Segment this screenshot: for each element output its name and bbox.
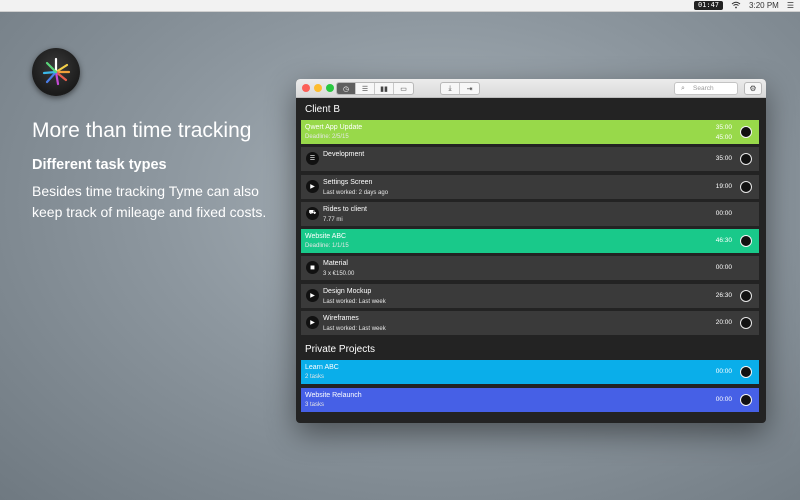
search-input[interactable]: ⌕ Search [674,82,738,95]
tracked-time: 46:30 [715,237,732,245]
task-subtitle: 7.77 mi [323,216,343,223]
app-window: ◷ ☰ ▮▮ ▭ ⤓ ⇥ ⌕ Search ⚙ Client B Qwert Ap… [296,79,766,423]
project-title: Website ABC [305,233,347,241]
export-icon[interactable]: ⇥ [460,83,479,94]
start-timer-button[interactable] [740,317,752,330]
cube-icon: ◼ [306,261,319,275]
clock-time[interactable]: 3:20 PM [749,1,779,10]
tracked-time: 20:00 [715,319,732,327]
window-controls [302,84,334,92]
task-title: Development [323,151,365,159]
tyme-app-icon [32,48,80,96]
play-icon: ▶ [306,316,319,330]
menu-list-icon[interactable]: ☰ [787,1,794,10]
headline: More than time tracking [32,119,252,142]
task-title: Wireframes [323,315,359,323]
start-timer-button[interactable] [740,366,752,379]
menubar-timer[interactable]: 01:47 [693,1,724,10]
zoom-button[interactable] [326,84,334,92]
view-switcher: ◷ ☰ ▮▮ ▭ [336,82,414,95]
task-row[interactable]: ☰ Development 35:00 [301,147,759,172]
wifi-icon[interactable] [731,1,741,11]
title-bar: ◷ ☰ ▮▮ ▭ ⤓ ⇥ ⌕ Search ⚙ [296,79,766,98]
action-buttons: ⤓ ⇥ [440,82,480,95]
car-icon: ⛟ [306,206,319,220]
tracked-time: 35:00 [715,155,732,163]
task-row[interactable]: ◼ Material 3 x €150.00 00:00 [301,256,759,281]
list-icon: ☰ [306,152,319,166]
start-timer-button[interactable] [740,235,752,248]
task-subtitle: Last worked: Last week [323,326,386,333]
project-subtitle: 3 tasks [305,401,325,408]
tracked-time: 35:00 [715,124,732,131]
start-timer-button[interactable] [740,180,752,193]
play-icon: ▶ [306,179,319,193]
stats-view-icon[interactable]: ▮▮ [375,83,394,94]
task-row[interactable]: ⛟ Rides to client 7.77 mi 00:00 [301,201,759,226]
budget-time: 45:00 [715,134,732,141]
group-header: Client B [305,104,341,115]
project-row[interactable]: Qwert App Update Deadline: 2/5/15 35:00 45:… [301,120,759,144]
project-subtitle: Deadline: 1/1/15 [305,243,349,250]
import-icon[interactable]: ⤓ [441,83,460,94]
tracked-time: 26:30 [715,291,732,299]
start-timer-button[interactable] [740,393,752,406]
task-title: Material [323,260,348,268]
task-row[interactable]: ▶ Settings Screen Last worked: 2 days ago 1… [301,174,759,199]
tracked-time: 00:00 [715,368,732,376]
project-title: Qwert App Update [305,124,363,131]
play-icon: ▶ [306,288,319,302]
task-row[interactable]: ▶ Design Mockup Last worked: Last week 26:3… [301,283,759,308]
tracked-time: 00:00 [715,209,732,217]
tracked-time: 00:00 [715,395,732,403]
task-title: Rides to client [323,205,367,213]
project-subtitle: Deadline: 2/5/15 [305,134,349,140]
minimize-button[interactable] [314,84,322,92]
list-view-icon[interactable]: ☰ [356,83,375,94]
group-header: Private Projects [305,344,376,356]
task-title: Settings Screen [323,178,373,186]
inbox-view-icon[interactable]: ▭ [394,83,413,94]
project-row[interactable]: Learn ABC 2 tasks 00:00 [301,360,759,385]
task-subtitle: Last worked: Last week [323,298,386,305]
tracked-time: 19:00 [715,182,732,190]
project-row[interactable]: Website Relaunch 3 tasks 00:00 [301,387,759,412]
task-list: Client B Qwert App Update Deadline: 2/5/15… [296,98,766,412]
start-timer-button[interactable] [740,126,752,138]
start-timer-button[interactable] [740,289,752,302]
project-row[interactable]: Website ABC Deadline: 1/1/15 46:30 [301,229,759,254]
task-subtitle: Last worked: 2 days ago [323,189,389,196]
timer-view-icon[interactable]: ◷ [337,83,356,94]
task-subtitle: 3 x €150.00 [323,271,355,278]
description: Besides time tracking Tyme can also keep… [32,183,267,220]
project-title: Website Relaunch [305,391,362,399]
tracked-time: 00:00 [715,264,732,272]
start-timer-button[interactable] [740,153,752,166]
project-title: Learn ABC [305,364,339,372]
project-subtitle: 2 tasks [305,374,325,381]
close-button[interactable] [302,84,310,92]
subheadline: Different task types [32,157,167,173]
search-placeholder: Search [693,85,714,92]
menu-bar: 01:47 3:20 PM ☰ [0,0,800,12]
settings-gear-icon[interactable]: ⚙ [744,82,762,95]
task-title: Design Mockup [323,287,372,295]
search-icon: ⌕ [681,85,685,92]
task-row[interactable]: ▶ Wireframes Last worked: Last week 20:00 [301,311,759,336]
